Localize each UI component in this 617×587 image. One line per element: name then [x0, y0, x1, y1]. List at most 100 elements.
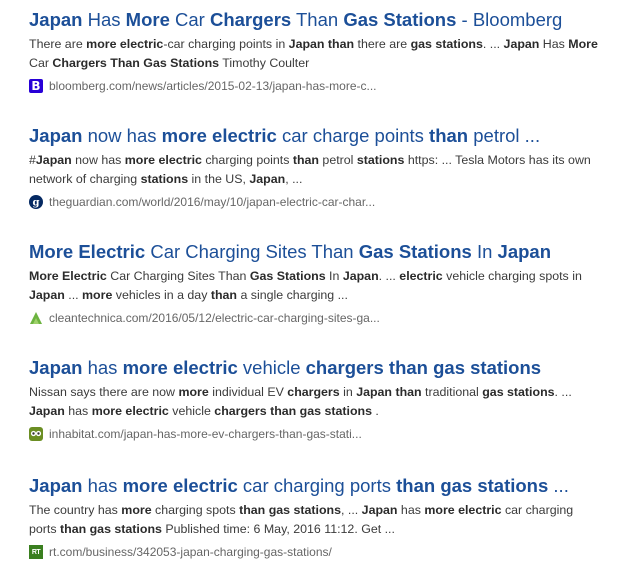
highlight-term: than — [60, 522, 87, 536]
text-fragment: has — [397, 503, 425, 517]
highlight-term: Japan — [503, 37, 540, 51]
highlight-term: than — [396, 475, 436, 496]
result-item: Japan Has More Car Chargers Than Gas Sta… — [29, 8, 604, 94]
highlight-term: Japan — [29, 288, 65, 302]
text-fragment: Nissan says there are now — [29, 385, 179, 399]
inhabitat-favicon-icon — [29, 427, 43, 441]
highlight-term: more electric — [124, 153, 202, 167]
text-fragment: . ... — [554, 385, 572, 399]
text-fragment: charging points — [201, 153, 293, 167]
highlight-term: More Electric — [29, 269, 107, 283]
highlight-term: Japan than — [356, 385, 422, 399]
text-fragment: now has — [71, 153, 125, 167]
text-fragment: # — [29, 153, 36, 167]
result-url[interactable]: theguardian.com/world/2016/may/10/japan-… — [49, 195, 375, 209]
text-fragment: ... — [64, 288, 83, 302]
highlight-term: Japan — [35, 153, 72, 167]
text-fragment: - Bloomberg — [456, 9, 563, 30]
highlight-term: chargers than gas stations — [305, 357, 542, 378]
text-fragment: In — [325, 269, 343, 283]
highlight-term: gas stations — [410, 37, 483, 51]
highlight-term: Japan — [29, 475, 83, 496]
result-url-row: g theguardian.com/world/2016/may/10/japa… — [29, 194, 604, 210]
result-item: Japan has more electric vehicle chargers… — [29, 356, 604, 442]
result-snippet: More Electric Car Charging Sites Than Ga… — [29, 267, 604, 305]
result-item: More Electric Car Charging Sites Than Ga… — [29, 240, 604, 326]
result-title[interactable]: Japan has more electric vehicle chargers… — [29, 356, 604, 380]
highlight-term: stations — [356, 153, 405, 167]
highlight-term: Chargers — [209, 9, 292, 30]
highlight-term: gas stations — [482, 385, 555, 399]
text-fragment: vehicles in a day — [112, 288, 211, 302]
bloomberg-favicon-icon: B — [29, 79, 43, 93]
text-fragment: in — [339, 385, 357, 399]
svg-text:g: g — [33, 198, 40, 209]
highlight-term: more — [121, 503, 152, 517]
highlight-term: electric — [399, 269, 443, 283]
text-fragment: The country has — [29, 503, 122, 517]
text-fragment: Car — [29, 56, 53, 70]
text-fragment: individual EV — [208, 385, 288, 399]
highlight-term: Japan — [29, 9, 83, 30]
highlight-term: Japan — [29, 404, 65, 418]
text-fragment: charging spots — [151, 503, 240, 517]
text-fragment: car charging ports — [237, 475, 397, 496]
text-fragment: There are — [29, 37, 87, 51]
highlight-term: More Electric — [29, 241, 146, 262]
highlight-term: Japan — [29, 357, 83, 378]
text-fragment: has — [82, 357, 123, 378]
rt-favicon-icon: RT — [29, 545, 43, 559]
text-fragment: . ... — [378, 269, 400, 283]
text-fragment: has — [64, 404, 92, 418]
result-item: Japan has more electric car charging por… — [29, 474, 604, 560]
text-fragment: Published time: 6 May, 2016 11:12. Get .… — [161, 522, 395, 536]
result-title[interactable]: Japan has more electric car charging por… — [29, 474, 604, 498]
highlight-term: Japan — [497, 241, 552, 262]
text-fragment: has — [82, 475, 123, 496]
text-fragment: now has — [82, 125, 162, 146]
text-fragment: Timothy Coulter — [219, 56, 310, 70]
highlight-term: more electric — [424, 503, 502, 517]
text-fragment: -car charging points in — [163, 37, 289, 51]
result-url[interactable]: bloomberg.com/news/articles/2015-02-13/j… — [49, 79, 377, 93]
highlight-term: more electric — [122, 475, 238, 496]
text-fragment: Has — [539, 37, 569, 51]
result-title[interactable]: More Electric Car Charging Sites Than Ga… — [29, 240, 604, 264]
text-fragment: . ... — [482, 37, 504, 51]
result-snippet: #Japan now has more electric charging po… — [29, 151, 604, 189]
highlight-term: Japan — [361, 503, 398, 517]
highlight-term: Japan than — [288, 37, 355, 51]
highlight-term: more — [178, 385, 209, 399]
result-url-row: inhabitat.com/japan-has-more-ev-chargers… — [29, 426, 604, 442]
highlight-term: more electric — [86, 37, 164, 51]
text-fragment: vehicle charging spots in — [442, 269, 582, 283]
highlight-term: gas stations — [268, 503, 342, 517]
highlight-term: Chargers Than Gas Stations — [52, 56, 220, 70]
result-url[interactable]: cleantechnica.com/2016/05/12/electric-ca… — [49, 311, 380, 325]
guardian-favicon-icon: g — [29, 195, 43, 209]
text-fragment: Car — [169, 9, 210, 30]
text-fragment: ... — [548, 475, 569, 496]
result-url[interactable]: inhabitat.com/japan-has-more-ev-chargers… — [49, 427, 362, 441]
result-url-row: RT rt.com/business/342053-japan-charging… — [29, 544, 604, 560]
text-fragment: vehicle — [237, 357, 306, 378]
highlight-term: more — [82, 288, 113, 302]
highlight-term: more electric — [91, 404, 169, 418]
result-url-row: B bloomberg.com/news/articles/2015-02-13… — [29, 78, 604, 94]
highlight-term: Japan — [249, 172, 286, 186]
highlight-term: chargers — [287, 385, 340, 399]
result-url[interactable]: rt.com/business/342053-japan-charging-ga… — [49, 545, 332, 559]
text-fragment: petrol — [318, 153, 357, 167]
highlight-term: More — [125, 9, 170, 30]
result-title[interactable]: Japan Has More Car Chargers Than Gas Sta… — [29, 8, 604, 32]
highlight-term: than — [210, 288, 237, 302]
highlight-term: more electric — [122, 357, 238, 378]
text-fragment: , ... — [341, 503, 362, 517]
highlight-term: stations — [140, 172, 189, 186]
text-fragment: car charge points — [276, 125, 430, 146]
text-fragment: traditional — [421, 385, 483, 399]
highlight-term: Gas Stations — [249, 269, 326, 283]
result-snippet: There are more electric-car charging poi… — [29, 35, 604, 73]
highlight-term: Gas Stations — [358, 241, 472, 262]
result-title[interactable]: Japan now has more electric car charge p… — [29, 124, 604, 148]
